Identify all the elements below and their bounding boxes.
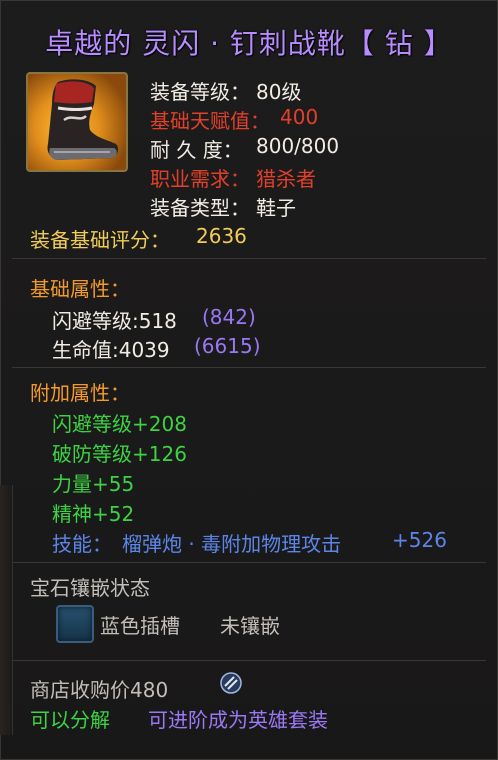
extra-attrs-heading: 附加属性： xyxy=(30,381,130,405)
divider xyxy=(12,258,486,259)
score-label: 装备基础评分： xyxy=(30,228,170,252)
extra-attr-armor-break: 破防等级+126 xyxy=(52,442,187,466)
type-label: 装备类型： xyxy=(150,196,250,220)
skill-text: 榴弹炮 · 毒附加物理攻击 xyxy=(122,532,342,556)
gem-slot-label: 蓝色插槽 xyxy=(100,614,180,638)
currency-icon xyxy=(220,672,242,694)
class-req-value: 猎杀者 xyxy=(256,167,316,191)
item-title: 卓越的 灵闪 · 钉刺战靴【 钻 】 xyxy=(45,27,453,60)
durability-value: 800/800 xyxy=(256,134,340,158)
blue-gem-slot[interactable] xyxy=(56,605,94,643)
upgrade-text: 可进阶成为英雄套装 xyxy=(148,708,328,732)
skill-value: +526 xyxy=(392,528,447,552)
durability-label: 耐 久 度： xyxy=(150,138,243,162)
base-attr-hp: 生命值:4039 xyxy=(52,338,170,362)
gem-slot-state: 未镶嵌 xyxy=(220,614,280,638)
gem-heading: 宝石镶嵌状态 xyxy=(30,576,150,600)
base-attr-dodge: 闪避等级:518 xyxy=(52,309,177,333)
skill-label: 技能： xyxy=(52,532,112,556)
extra-attr-dodge: 闪避等级+208 xyxy=(52,412,187,436)
base-attr-dodge-bonus: (842) xyxy=(202,305,256,329)
window-edge-decoration xyxy=(0,485,13,735)
class-req-label: 职业需求： xyxy=(150,167,250,191)
level-label: 装备等级： xyxy=(150,80,250,104)
extra-attr-spirit: 精神+52 xyxy=(52,502,135,526)
extra-attr-strength: 力量+55 xyxy=(52,472,135,496)
base-attr-hp-bonus: (6615) xyxy=(194,334,261,358)
talent-label: 基础天赋值： xyxy=(150,109,270,133)
boot-icon xyxy=(47,79,119,160)
divider xyxy=(12,562,486,563)
base-attrs-heading: 基础属性： xyxy=(30,277,130,301)
decompose-text: 可以分解 xyxy=(30,708,110,732)
sell-price: 商店收购价480 xyxy=(30,678,169,702)
item-icon-frame xyxy=(26,72,128,172)
type-value: 鞋子 xyxy=(256,196,296,220)
talent-value: 400 xyxy=(280,105,319,129)
divider xyxy=(12,660,486,661)
score-value: 2636 xyxy=(196,224,247,248)
divider xyxy=(12,367,486,368)
level-value: 80级 xyxy=(256,80,302,104)
